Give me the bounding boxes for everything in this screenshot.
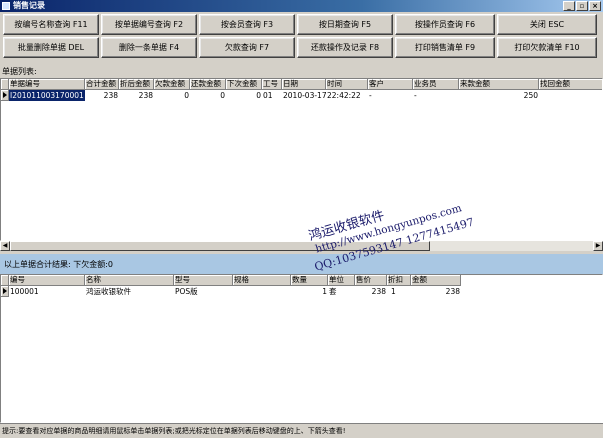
query-by-operator-button[interactable]: 按操作员查询 F6 [395,14,495,35]
col-item-quantity[interactable]: 数量 [291,275,328,286]
order-cell-number[interactable]: I201011003170001 [9,90,85,101]
col-total-amount[interactable]: 合计金额 [85,79,119,90]
col-next-amount[interactable]: 下次金额 [226,79,262,90]
item-cell-name[interactable]: 鸿运收银软件 [85,286,174,297]
scroll-left-icon[interactable]: ◀ [0,241,10,251]
col-time[interactable]: 时间 [326,79,368,90]
col-item-spec[interactable]: 规格 [233,275,291,286]
col-item-model[interactable]: 型号 [174,275,233,286]
delete-one-order-button[interactable]: 删除一条单据 F4 [101,37,197,58]
items-header-indicator [1,275,9,286]
order-cell-employee[interactable]: 01 [262,90,282,101]
col-item-code[interactable]: 编号 [9,275,85,286]
col-date[interactable]: 日期 [282,79,326,90]
orders-horizontal-scrollbar[interactable]: ◀ ▶ [0,241,603,251]
summary-band: 以上单据合计结果: 下欠金额:0 [0,254,603,274]
orders-label: 单据列表: [2,67,37,76]
maximize-button[interactable]: ▫ [576,1,588,11]
col-received-amount[interactable]: 来款金额 [459,79,539,90]
app-icon [2,2,10,10]
minimize-button[interactable]: _ [563,1,575,11]
batch-delete-button[interactable]: 批量删除单据 DEL [3,37,99,58]
col-item-amount[interactable]: 金额 [411,275,461,286]
items-grid[interactable]: 编号 名称 型号 规格 数量 单位 售价 折扣 金额 100001 鸿运收银软件… [0,274,603,423]
print-debt-list-button[interactable]: 打印欠款清单 F10 [497,37,597,58]
current-row-arrow-icon [3,92,7,98]
item-cell-code[interactable]: 100001 [9,286,85,297]
col-order-number[interactable]: 单据编号 [9,79,85,90]
order-cell-repaid[interactable]: 0 [190,90,226,101]
col-owed-amount[interactable]: 欠款金额 [154,79,190,90]
col-customer[interactable]: 客户 [368,79,413,90]
row-indicator [1,90,9,101]
window-title: 销售记录 [13,1,45,10]
close-window-button[interactable]: × [589,1,601,11]
col-employee-id[interactable]: 工号 [262,79,282,90]
col-item-unit[interactable]: 单位 [328,275,355,286]
close-button[interactable]: 关闭 ESC [497,14,597,35]
col-item-name[interactable]: 名称 [85,275,174,286]
col-item-price[interactable]: 售价 [355,275,387,286]
order-cell-received[interactable]: 250 [459,90,539,101]
order-cell-salesperson[interactable]: - [413,90,459,101]
debt-query-button[interactable]: 欠款查询 F7 [199,37,295,58]
print-sales-list-button[interactable]: 打印销售清单 F9 [395,37,495,58]
status-bar: 提示:要查看对应单据的商品明细请用鼠标单击单据列表;或把光标定位在单据列表后移动… [0,423,603,438]
item-cell-model[interactable]: POS版 [174,286,233,297]
orders-grid[interactable]: 单据编号 合计金额 折后金额 欠款金额 还款金额 下次金额 工号 日期 时间 客… [0,78,603,241]
item-cell-discount[interactable]: 1 [387,286,411,297]
scroll-right-icon[interactable]: ▶ [593,241,603,251]
item-cell-spec[interactable] [233,286,291,297]
query-by-member-button[interactable]: 按会员查询 F3 [199,14,295,35]
order-cell-customer[interactable]: - [368,90,413,101]
item-cell-amount[interactable]: 238 [411,286,461,297]
order-cell-total[interactable]: 238 [85,90,119,101]
summary-text: 以上单据合计结果: 下欠金额:0 [4,260,114,269]
order-cell-owed[interactable]: 0 [154,90,190,101]
title-bar: 销售记录 _ ▫ × [0,0,603,12]
col-repaid-amount[interactable]: 还款金额 [190,79,226,90]
item-cell-unit[interactable]: 套 [328,286,355,297]
item-cell-price[interactable]: 238 [355,286,387,297]
order-cell-time[interactable]: 22:42:22 [326,90,368,101]
query-by-date-button[interactable]: 按日期查询 F5 [297,14,393,35]
order-cell-change[interactable] [539,90,602,101]
status-hint-text: 提示:要查看对应单据的商品明细请用鼠标单击单据列表;或把光标定位在单据列表后移动… [2,427,346,435]
items-row-indicator [1,286,9,297]
order-cell-next[interactable]: 0 [226,90,262,101]
header-indicator [1,79,9,90]
col-salesperson[interactable]: 业务员 [413,79,459,90]
col-discounted-amount[interactable]: 折后金额 [119,79,154,90]
order-cell-discounted[interactable]: 238 [119,90,154,101]
col-item-discount[interactable]: 折扣 [387,275,411,286]
query-by-code-name-button[interactable]: 按编号名称查询 F11 [3,14,99,35]
order-cell-date[interactable]: 2010-03-17 [282,90,326,101]
current-item-arrow-icon [3,288,7,294]
col-change-amount[interactable]: 找回金额 [539,79,602,90]
repayment-button[interactable]: 还款操作及记录 F8 [297,37,393,58]
query-by-order-number-button[interactable]: 按单据编号查询 F2 [101,14,197,35]
item-cell-quantity[interactable]: 1 [291,286,328,297]
